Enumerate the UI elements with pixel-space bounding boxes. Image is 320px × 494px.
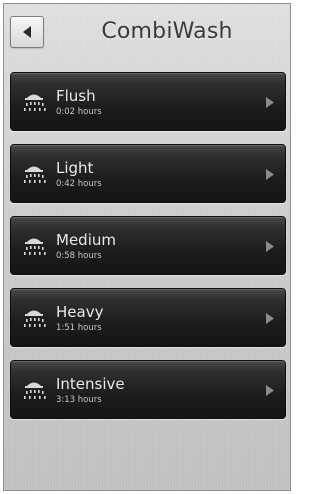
program-label: Light xyxy=(56,159,94,177)
program-label: Flush xyxy=(56,87,96,105)
chevron-right-icon xyxy=(266,97,274,108)
chevron-right-icon xyxy=(266,169,274,180)
program-row-light[interactable]: Light 0:42 hours xyxy=(10,144,286,203)
app-frame: CombiWash Flush 0:02 hours Light 0:42 ho… xyxy=(3,3,291,491)
program-duration: 0:42 hours xyxy=(56,179,102,189)
shower-icon xyxy=(24,310,46,327)
program-label: Heavy xyxy=(56,303,104,321)
program-duration: 3:13 hours xyxy=(56,395,102,405)
header: CombiWash xyxy=(4,4,290,58)
shower-icon xyxy=(24,382,46,399)
back-arrow-icon xyxy=(23,26,31,38)
chevron-right-icon xyxy=(266,385,274,396)
back-button[interactable] xyxy=(10,16,44,48)
chevron-right-icon xyxy=(266,313,274,324)
program-row-flush[interactable]: Flush 0:02 hours xyxy=(10,72,286,131)
shower-icon xyxy=(24,238,46,255)
shower-icon xyxy=(24,166,46,183)
page-title: CombiWash xyxy=(101,19,233,44)
program-row-intensive[interactable]: Intensive 3:13 hours xyxy=(10,360,286,419)
program-list: Flush 0:02 hours Light 0:42 hours Medium… xyxy=(10,72,286,432)
program-duration: 1:51 hours xyxy=(56,323,102,333)
chevron-right-icon xyxy=(266,241,274,252)
shower-icon xyxy=(24,94,46,111)
program-duration: 0:58 hours xyxy=(56,251,102,261)
program-duration: 0:02 hours xyxy=(56,107,102,117)
program-label: Medium xyxy=(56,231,116,249)
program-label: Intensive xyxy=(56,375,125,393)
program-row-medium[interactable]: Medium 0:58 hours xyxy=(10,216,286,275)
program-row-heavy[interactable]: Heavy 1:51 hours xyxy=(10,288,286,347)
